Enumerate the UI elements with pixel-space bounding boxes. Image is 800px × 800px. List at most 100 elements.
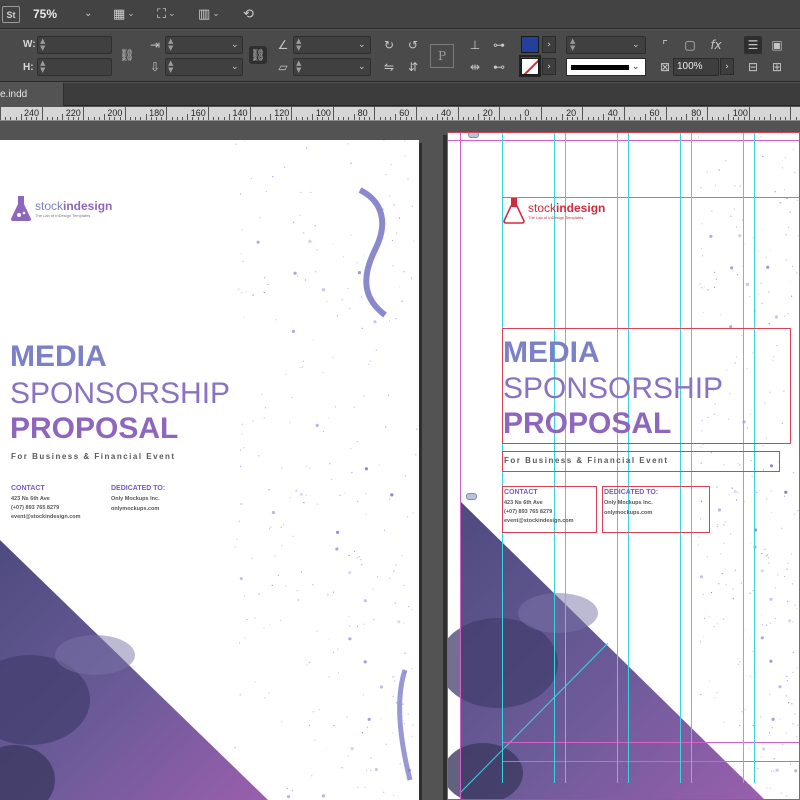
distribute-vertical-icon[interactable]: ⊷ — [490, 58, 508, 76]
ruler-tick — [743, 117, 745, 120]
stroke-swatch[interactable] — [521, 58, 539, 75]
ruler-tick — [738, 117, 740, 120]
ruler-tick — [280, 117, 282, 120]
ruler-tick — [254, 117, 256, 120]
ruler-tick — [161, 117, 163, 120]
drop-shadow-icon[interactable]: ▢ — [681, 36, 699, 54]
ruler-tick — [722, 117, 724, 120]
ruler-tick — [306, 117, 308, 120]
rotation-stepper-icon[interactable]: ▲ ▼ — [296, 38, 301, 52]
ruler-tick — [312, 114, 313, 120]
width-stepper-icon[interactable]: ▲ ▼ — [40, 38, 45, 52]
shear-angle-icon: ▱ — [278, 60, 288, 74]
chevron-down-icon[interactable]: ⌄ — [632, 40, 640, 50]
ruler-tick — [624, 107, 625, 120]
ruler-tick — [265, 117, 267, 120]
ruler-tick — [478, 114, 480, 120]
ruler-tick — [577, 117, 579, 120]
width-field[interactable] — [37, 36, 112, 54]
right-page[interactable]: stockindesign The Lab of InDesign Templa… — [447, 132, 800, 800]
margin-guide-bottom-2[interactable] — [502, 761, 799, 762]
text-wrap-none-icon[interactable]: ☰ — [744, 36, 762, 54]
link-icon[interactable] — [466, 493, 477, 500]
company-logo[interactable]: stockindesign The Lab of InDesign Templa… — [503, 197, 605, 224]
link-scale-icon[interactable]: ⛓ — [249, 46, 267, 64]
ruler-tick — [358, 117, 360, 120]
zoom-level[interactable]: 75% — [33, 7, 57, 21]
rotate-counterclockwise-icon[interactable]: ↺ — [404, 36, 422, 54]
ruler-tick — [405, 117, 407, 120]
ruler-tick — [733, 117, 735, 120]
constrain-proportions-icon[interactable]: ⛓ — [118, 46, 136, 64]
stroke-menu-button[interactable]: › — [542, 58, 556, 75]
distribute-horizontal-icon[interactable]: ⇹ — [466, 58, 484, 76]
logo-tagline: The Lab of InDesign Templates — [528, 214, 584, 220]
ruler-tick — [442, 117, 443, 120]
align-top-icon[interactable]: ⊥ — [466, 36, 484, 54]
flip-vertical-icon[interactable]: ⇵ — [404, 58, 422, 76]
ruler-tick — [208, 107, 209, 120]
screen-mode-button[interactable]: ⛶ ⌄ — [157, 6, 176, 22]
chevron-down-icon[interactable]: ⌄ — [358, 62, 366, 72]
arrange-documents-button[interactable]: ▥ ⌄ — [198, 6, 220, 22]
chevron-down-icon[interactable]: ⌄ — [231, 40, 239, 50]
publish-online-button[interactable]: ⟲ — [243, 6, 254, 22]
ruler-tick — [67, 117, 69, 120]
flip-horizontal-icon[interactable]: ⇋ — [380, 58, 398, 76]
ruler-tick — [150, 117, 152, 120]
ruler-tick — [644, 114, 646, 120]
ruler-tick — [119, 117, 121, 120]
chevron-right-icon: › — [547, 61, 551, 72]
shear-stepper-icon[interactable]: ▲ ▼ — [296, 60, 301, 74]
margin-guide-bottom[interactable] — [502, 742, 799, 743]
fill-menu-button[interactable]: › — [542, 36, 556, 53]
ruler-tick — [109, 117, 111, 120]
ruler-tick — [509, 117, 511, 120]
ruler-tick — [650, 117, 651, 120]
opacity-field[interactable]: 100% — [673, 58, 719, 76]
ruler-tick — [301, 117, 303, 120]
ruler-tick — [400, 117, 402, 120]
cover-photo-triangle[interactable] — [0, 140, 419, 800]
scale-y-stepper-icon[interactable]: ▲ ▼ — [168, 60, 173, 74]
chevron-down-icon[interactable]: ⌄ — [632, 62, 640, 72]
scale-x-stepper-icon[interactable]: ▲ ▼ — [168, 38, 173, 52]
ruler-tick — [5, 117, 7, 120]
document-tab[interactable]: e.indd — [0, 83, 64, 106]
fill-swatch[interactable] — [521, 36, 539, 53]
align-vertical-center-icon[interactable]: ⊶ — [490, 36, 508, 54]
ruler-tick — [561, 114, 563, 120]
ruler-tick — [780, 117, 781, 120]
ruler-tick — [369, 117, 371, 120]
zoom-dropdown-icon[interactable]: ⌄ — [84, 8, 92, 19]
text-wrap-shape-icon[interactable]: ⊟ — [744, 58, 762, 76]
chevron-down-icon[interactable]: ⌄ — [231, 62, 239, 72]
stroke-weight-stepper-icon[interactable]: ▲ ▼ — [570, 38, 575, 52]
ruler-tick — [390, 117, 391, 120]
left-page[interactable]: stockindesign The Lab of InDesign Templa… — [0, 140, 419, 800]
text-wrap-bounding-icon[interactable]: ▣ — [768, 36, 786, 54]
rotate-clockwise-icon[interactable]: ↻ — [380, 36, 398, 54]
ruler-tick — [551, 117, 553, 120]
chevron-down-icon[interactable]: ⌄ — [358, 40, 366, 50]
ruler-tick — [592, 117, 594, 120]
ruler-tick — [270, 114, 272, 120]
ruler-tick — [379, 117, 381, 120]
opacity-menu-button[interactable]: › — [720, 58, 734, 75]
margin-guide-left[interactable] — [460, 133, 461, 799]
corner-options-icon[interactable]: ⌜ — [656, 36, 674, 54]
height-field[interactable] — [37, 58, 112, 76]
link-icon[interactable] — [468, 133, 479, 138]
text-wrap-jump-icon[interactable]: ⊞ — [768, 58, 786, 76]
ruler-tick — [332, 107, 334, 120]
horizontal-ruler[interactable]: 240 220 200 180 160 140 120 100 80 60 40 20 0 20 40 60 8… — [0, 107, 800, 121]
effects-icon[interactable]: fx — [707, 36, 725, 54]
view-options-button[interactable]: ▦ ⌄ — [113, 6, 135, 22]
rotation-angle-icon: ∠ — [277, 38, 289, 52]
stock-app-icon[interactable]: St — [2, 6, 20, 23]
ruler-tick — [130, 117, 131, 120]
height-stepper-icon[interactable]: ▲ ▼ — [40, 60, 45, 74]
dedicated-website: onlymockups.com — [604, 510, 653, 516]
ruler-tick — [57, 117, 59, 120]
ruler-tick — [483, 117, 485, 120]
